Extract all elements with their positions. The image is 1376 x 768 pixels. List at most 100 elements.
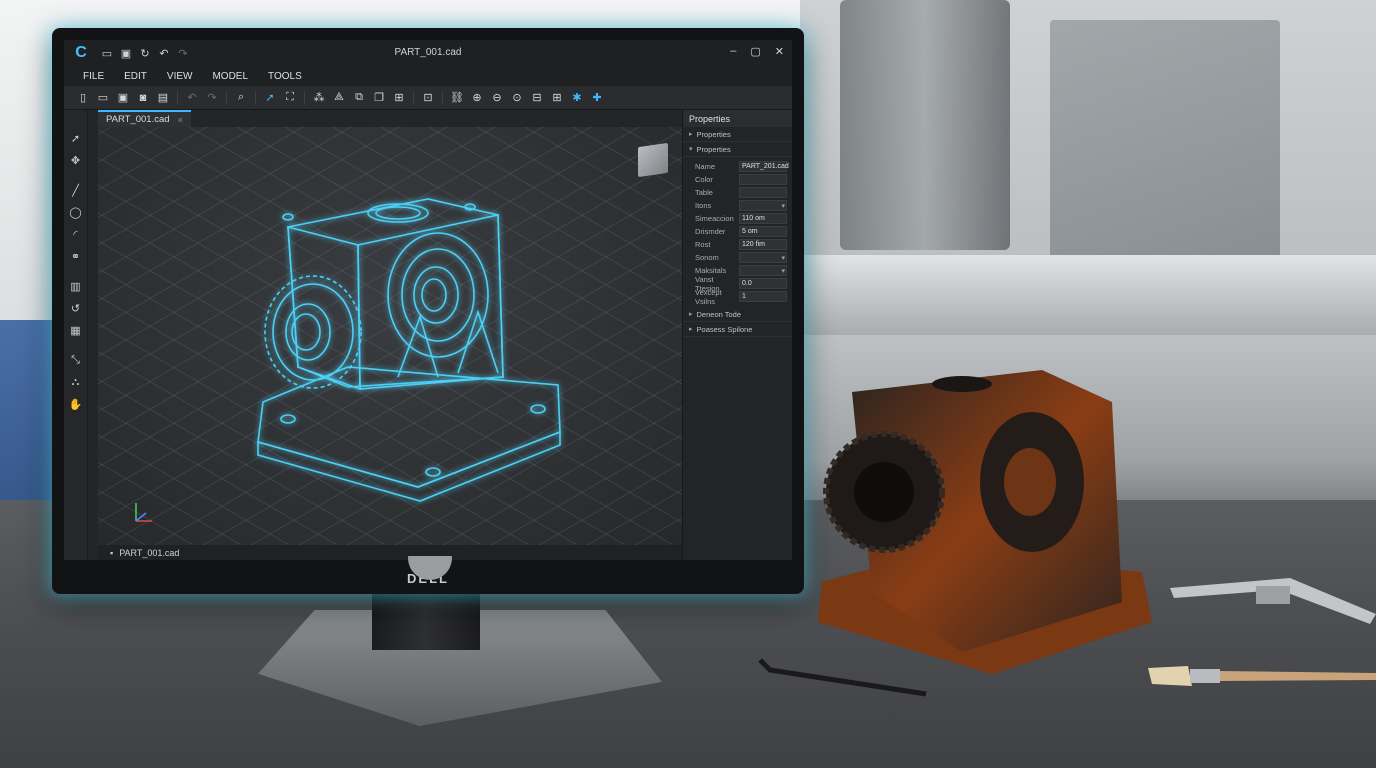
dimension-icon[interactable]: ⤡ <box>67 352 85 368</box>
history-icon[interactable]: ↻ <box>138 46 152 60</box>
property-dropdown[interactable]: ▾ <box>739 200 787 211</box>
toolbar-separator <box>255 90 256 105</box>
chevron-right-icon: ▸ <box>689 131 693 138</box>
fit-icon[interactable]: ⛶ <box>281 89 299 107</box>
select-icon[interactable]: ➚ <box>67 130 85 146</box>
section-label: Properties <box>696 129 731 139</box>
undo-icon[interactable]: ↶ <box>157 46 171 60</box>
toolbar-separator <box>304 90 305 105</box>
undo-icon[interactable]: ↶ <box>183 89 201 107</box>
bottom-document-tab[interactable]: ▪ PART_001.cad <box>98 545 682 560</box>
menu-view[interactable]: VIEW <box>158 67 202 85</box>
new-file-icon[interactable]: ▯ <box>74 89 92 107</box>
property-field[interactable]: 110 om <box>739 213 787 224</box>
property-key: Itons <box>695 201 712 210</box>
close-tab-icon[interactable]: × <box>178 115 183 125</box>
toolbar-separator <box>226 90 227 105</box>
toolbar-separator <box>413 90 414 105</box>
property-row: Color <box>683 173 792 186</box>
nodes-icon[interactable]: ⁂ <box>310 89 328 107</box>
copy-icon[interactable]: ⧉ <box>350 89 368 107</box>
properties-panel: Properties ▸ Properties ▾ Properties Nam… <box>682 110 792 560</box>
pin-icon[interactable]: ✚ <box>588 89 606 107</box>
zoom-in-icon[interactable]: ⊕ <box>468 89 486 107</box>
property-key: Color <box>695 175 713 184</box>
property-key: Drismder <box>695 227 726 236</box>
group-icon[interactable]: ⊞ <box>390 89 408 107</box>
properties-section-expanded[interactable]: ▾ Properties <box>683 142 792 157</box>
menu-tools[interactable]: TOOLS <box>259 67 311 85</box>
printed-part-photo <box>818 370 1152 674</box>
open-folder-icon[interactable]: ▭ <box>94 89 112 107</box>
menu-edit[interactable]: EDIT <box>115 67 156 85</box>
redo-icon[interactable]: ↷ <box>203 89 221 107</box>
arc-icon[interactable]: ◜ <box>67 226 85 242</box>
file-icon: ▪ <box>110 547 114 558</box>
move-icon[interactable]: ✥ <box>67 152 85 168</box>
window-controls: – ▢ ✕ <box>730 45 784 58</box>
zoom-out-icon[interactable]: ⊖ <box>488 89 506 107</box>
pattern-icon[interactable]: ▦ <box>67 322 85 338</box>
property-field[interactable] <box>739 174 787 185</box>
link-icon[interactable]: ⛓ <box>448 89 466 107</box>
view-icon[interactable]: ⊟ <box>528 89 546 107</box>
select-arrow-icon[interactable]: ➚ <box>261 89 279 107</box>
property-row: Name PART_201.cad <box>683 160 792 173</box>
menu-model[interactable]: MODEL <box>203 67 257 85</box>
zoom-window-icon[interactable]: ⊙ <box>508 89 526 107</box>
line-icon[interactable]: ╱ <box>67 182 85 198</box>
save-as-icon[interactable]: ◙ <box>134 89 152 107</box>
property-field[interactable]: 1 <box>739 291 787 302</box>
close-button[interactable]: ✕ <box>775 45 784 58</box>
property-value: 120 fim <box>742 241 765 248</box>
revolve-icon[interactable]: ↺ <box>67 300 85 316</box>
zoom-icon[interactable]: ⌕ <box>232 89 250 107</box>
property-key: Rost <box>695 240 711 249</box>
assembly-icon[interactable]: ⛬ <box>67 374 85 390</box>
minimize-button[interactable]: – <box>730 45 736 58</box>
render-icon[interactable]: ✱ <box>568 89 586 107</box>
property-dropdown[interactable]: ▾ <box>739 265 787 276</box>
save-icon[interactable]: ▣ <box>119 46 133 60</box>
property-field[interactable]: 120 fim <box>739 239 787 250</box>
maximize-button[interactable]: ▢ <box>750 45 760 58</box>
property-row: Drismder 5 om <box>683 225 792 238</box>
property-field[interactable] <box>739 187 787 198</box>
menu-file[interactable]: FILE <box>74 67 113 85</box>
axis-triad-icon <box>135 503 152 522</box>
section-poasess-spilone[interactable]: ▸ Poasess Spilone <box>683 322 792 337</box>
section-deneon-tode[interactable]: ▸ Deneon Tode <box>683 307 792 322</box>
extrude-icon[interactable]: ▥ <box>67 278 85 294</box>
properties-section-collapsed[interactable]: ▸ Properties <box>683 127 792 142</box>
toolbar-separator <box>442 90 443 105</box>
property-key: Name <box>695 162 716 171</box>
property-row: Rost 120 fim <box>683 238 792 251</box>
hand-icon[interactable]: ✋ <box>67 396 85 412</box>
property-value: 110 om <box>742 215 765 222</box>
print-icon[interactable]: ▤ <box>154 89 172 107</box>
main-toolbar: ▯ ▭ ▣ ◙ ▤ ↶ ↷ ⌕ ➚ ⛶ ⁂ ⟁ ⧉ ❐ ⊞ ⊡ ⛓ ⊕ ⊖ ⊙ <box>64 86 792 110</box>
redo-icon[interactable]: ↷ <box>176 46 190 60</box>
property-value: 0.0 <box>742 280 752 287</box>
chevron-down-icon: ▾ <box>781 267 785 275</box>
document-tab[interactable]: PART_001.cad × <box>98 110 191 127</box>
bottom-tab-label: PART_001.cad <box>119 547 180 558</box>
vertex-icon[interactable]: ⟁ <box>330 89 348 107</box>
property-field[interactable]: 5 om <box>739 226 787 237</box>
title-bar: C ▭ ▣ ↻ ↶ ↷ PART_001.cad – ▢ ✕ <box>64 40 792 66</box>
3d-viewport[interactable] <box>98 127 682 545</box>
property-dropdown[interactable]: ▾ <box>739 252 787 263</box>
property-row: Itons ▾ <box>683 199 792 212</box>
grid-icon[interactable]: ⊞ <box>548 89 566 107</box>
property-field[interactable]: PART_201.cad <box>739 161 789 172</box>
folder-open-icon[interactable]: ▭ <box>100 46 114 60</box>
ellipse-icon[interactable]: ◯ <box>67 204 85 220</box>
frame-icon[interactable]: ⊡ <box>419 89 437 107</box>
chevron-down-icon: ▾ <box>781 254 785 262</box>
circles-icon[interactable]: ⚭ <box>67 248 85 264</box>
save-icon[interactable]: ▣ <box>114 89 132 107</box>
property-field[interactable]: 0.0 <box>739 278 787 289</box>
chevron-down-icon: ▾ <box>781 202 785 210</box>
duplicate-icon[interactable]: ❐ <box>370 89 388 107</box>
property-key: Simeaccion <box>695 214 734 223</box>
